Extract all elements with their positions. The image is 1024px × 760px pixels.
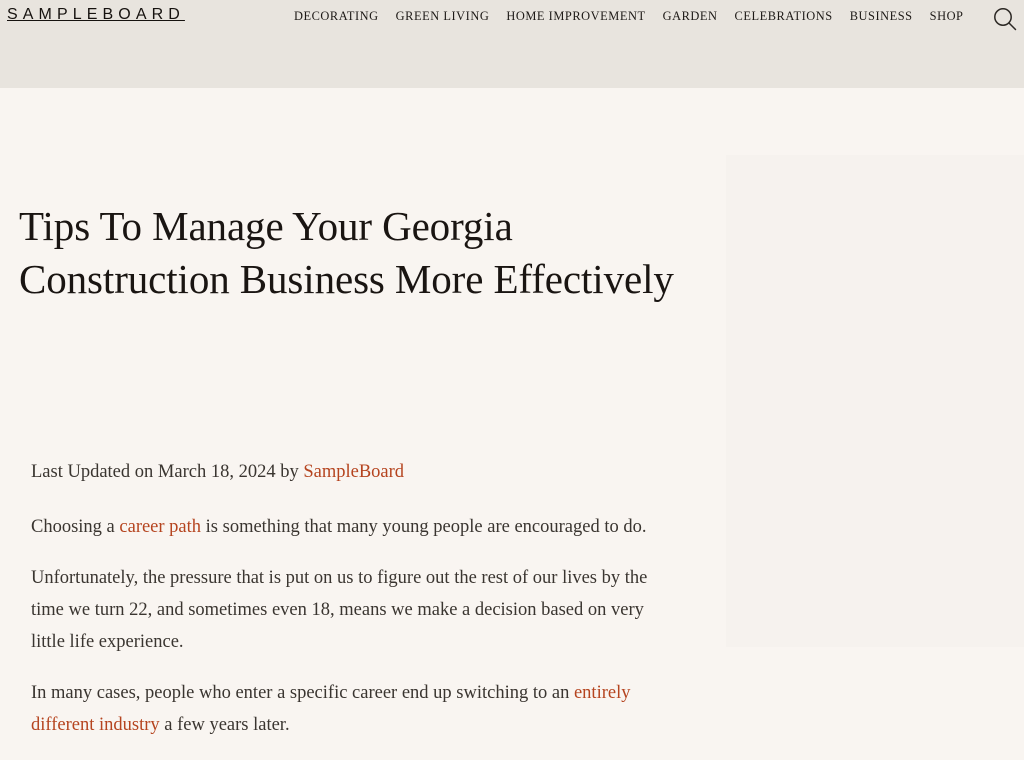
paragraph-1-text-before: Choosing a xyxy=(31,517,120,537)
site-header: SAMPLEBOARD DECORATING GREEN LIVING HOME… xyxy=(0,0,1024,88)
meta-author-link[interactable]: SampleBoard xyxy=(303,462,404,482)
nav-item-decorating[interactable]: DECORATING xyxy=(294,9,379,23)
sidebar-panel xyxy=(726,155,1024,647)
nav-item-garden[interactable]: GARDEN xyxy=(663,9,718,23)
search-icon xyxy=(990,4,1020,37)
article-meta: Last Updated on March 18, 2024 by Sample… xyxy=(31,460,404,484)
career-path-link[interactable]: career path xyxy=(119,517,201,537)
paragraph-1: Choosing a career path is something that… xyxy=(31,511,677,543)
nav-item-celebrations[interactable]: CELEBRATIONS xyxy=(735,9,833,23)
nav-item-home-improvement[interactable]: HOME IMPROVEMENT xyxy=(506,9,645,23)
meta-date: March 18, 2024 xyxy=(157,462,276,482)
nav-item-shop[interactable]: SHOP xyxy=(930,9,964,23)
site-logo[interactable]: SAMPLEBOARD xyxy=(7,4,185,26)
nav-item-business[interactable]: BUSINESS xyxy=(850,9,913,23)
article-body: Choosing a career path is something that… xyxy=(31,511,677,760)
page-title: Tips To Manage Your Georgia Construction… xyxy=(19,203,674,302)
nav-item-green-living[interactable]: GREEN LIVING xyxy=(396,9,490,23)
paragraph-3-text-after: a few years later. xyxy=(159,715,290,735)
page-body: Tips To Manage Your Georgia Construction… xyxy=(0,88,1024,735)
paragraph-3-text-before: In many cases, people who enter a specif… xyxy=(31,683,574,703)
paragraph-1-text-after: is something that many young people are … xyxy=(201,517,647,537)
meta-last-updated-label: Last Updated on xyxy=(31,462,158,482)
paragraph-3: In many cases, people who enter a specif… xyxy=(31,677,677,741)
meta-by-label: by xyxy=(275,462,304,482)
main-navigation: DECORATING GREEN LIVING HOME IMPROVEMENT… xyxy=(294,9,964,23)
paragraph-2: Unfortunately, the pressure that is put … xyxy=(31,568,648,652)
search-button[interactable] xyxy=(990,5,1024,35)
